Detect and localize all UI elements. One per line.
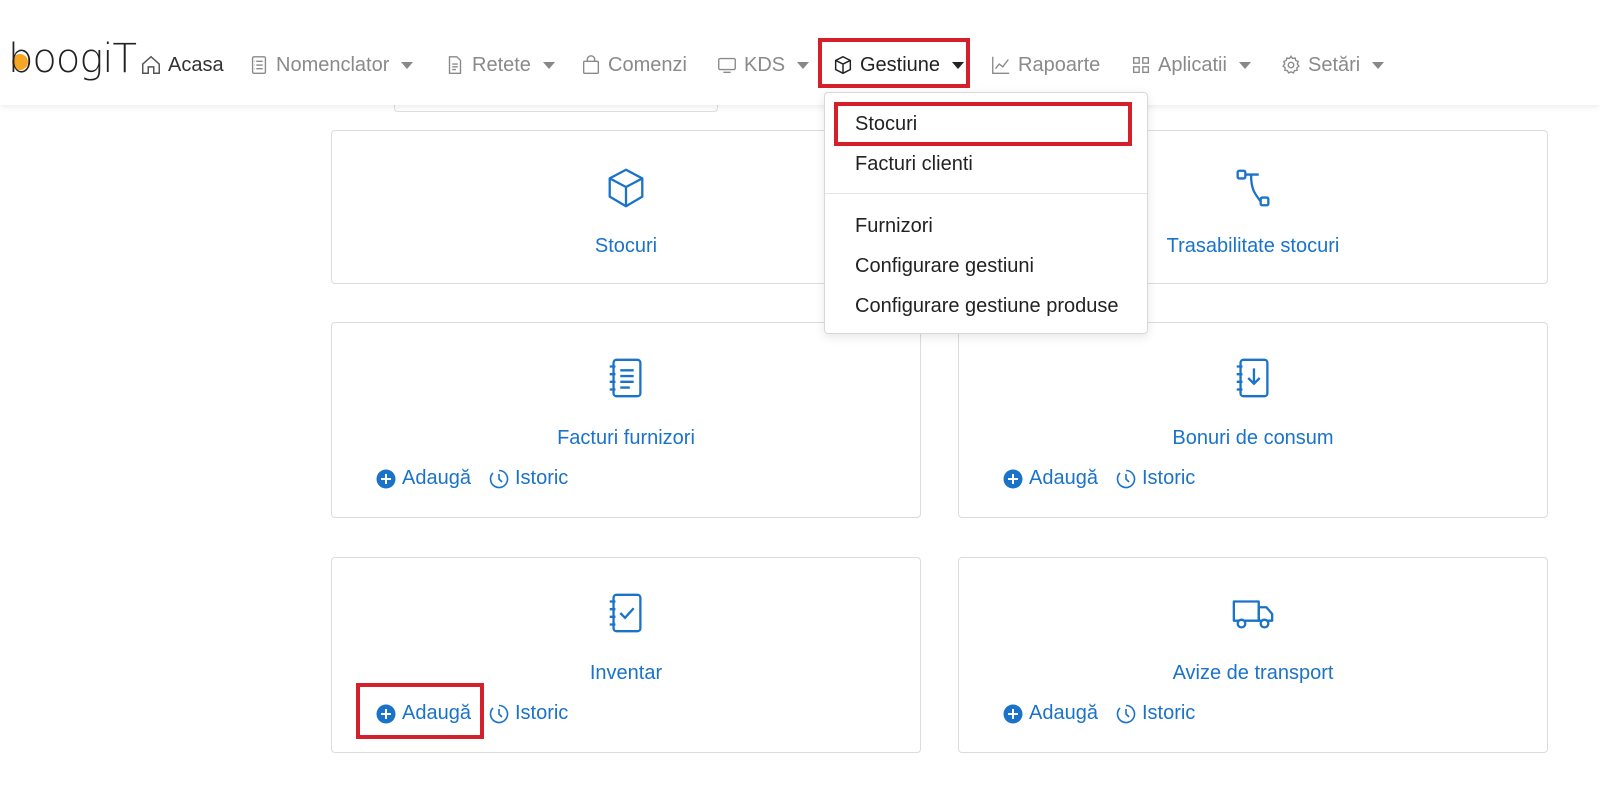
document-icon	[444, 54, 466, 76]
nav-rapoarte-label: Rapoarte	[1018, 53, 1101, 76]
card-avize-transport[interactable]: Avize de transport Adaugă Istoric	[958, 557, 1548, 753]
gestiune-dropdown: Stocuri Facturi clienti Furnizori Config…	[824, 92, 1148, 334]
history-button[interactable]: Istoric	[489, 702, 568, 725]
add-label: Adaugă	[1029, 467, 1098, 489]
app-logo[interactable]: boogiT	[8, 34, 137, 92]
nav-retete-label: Retete	[472, 53, 531, 76]
card-actions: Adaugă Istoric	[376, 467, 568, 490]
gear-icon	[1280, 54, 1302, 76]
chevron-down-icon	[952, 61, 965, 69]
dropdown-item-configurare-gestiune-produse[interactable]: Configurare gestiune produse	[855, 295, 1119, 318]
nav-gestiune[interactable]: Gestiune	[832, 48, 965, 82]
nav-acasa-label: Acasa	[168, 53, 224, 76]
logo-text: boogiT	[8, 36, 137, 82]
notebook-download-icon	[1230, 355, 1276, 401]
history-button[interactable]: Istoric	[489, 467, 568, 490]
list-doc-icon	[248, 54, 270, 76]
card-actions: Adaugă Istoric	[376, 702, 568, 725]
dropdown-item-furnizori[interactable]: Furnizori	[855, 215, 933, 238]
clock-history-icon	[1116, 469, 1136, 489]
plus-circle-icon	[1003, 469, 1023, 489]
add-button[interactable]: Adaugă	[376, 702, 471, 725]
chevron-down-icon	[797, 61, 810, 69]
grid-icon	[1130, 54, 1152, 76]
card-actions: Adaugă Istoric	[1003, 467, 1195, 490]
chevron-down-icon	[1372, 61, 1385, 69]
add-button[interactable]: Adaugă	[376, 467, 471, 490]
card-title[interactable]: Facturi furnizori	[332, 427, 920, 450]
card-title[interactable]: Inventar	[332, 662, 920, 685]
clock-history-icon	[489, 469, 509, 489]
nav-kds[interactable]: KDS	[716, 48, 810, 82]
plus-circle-icon	[376, 704, 396, 724]
nav-setari-label: Setări	[1308, 53, 1361, 76]
plus-circle-icon	[1003, 704, 1023, 724]
nav-kds-label: KDS	[744, 53, 786, 76]
clock-history-icon	[489, 704, 509, 724]
nav-rapoarte[interactable]: Rapoarte	[990, 48, 1100, 82]
card-facturi-furnizori[interactable]: Facturi furnizori Adaugă Istoric	[331, 322, 921, 518]
nav-aplicatii-label: Aplicatii	[1158, 53, 1227, 76]
history-button[interactable]: Istoric	[1116, 702, 1195, 725]
cube-icon	[603, 165, 649, 211]
chart-line-icon	[990, 54, 1012, 76]
nav-retete[interactable]: Retete	[444, 48, 555, 82]
dropdown-divider	[825, 193, 1147, 194]
chevron-down-icon	[1238, 61, 1251, 69]
add-label: Adaugă	[1029, 702, 1098, 724]
chevron-down-icon	[401, 61, 414, 69]
dropdown-item-facturi-clienti[interactable]: Facturi clienti	[855, 153, 973, 176]
card-actions: Adaugă Istoric	[1003, 702, 1195, 725]
card-inventar[interactable]: Inventar Adaugă Istoric	[331, 557, 921, 753]
add-label: Adaugă	[402, 467, 471, 489]
dropdown-item-configurare-gestiuni[interactable]: Configurare gestiuni	[855, 255, 1034, 278]
plus-circle-icon	[376, 469, 396, 489]
box-icon	[832, 54, 854, 76]
card-bonuri-consum[interactable]: Bonuri de consum Adaugă Istoric	[958, 322, 1548, 518]
nav-acasa[interactable]: Acasa	[140, 48, 224, 82]
add-button[interactable]: Adaugă	[1003, 702, 1098, 725]
truck-icon	[1230, 590, 1276, 636]
chevron-down-icon	[542, 61, 555, 69]
history-button[interactable]: Istoric	[1116, 467, 1195, 490]
notebook-list-icon	[603, 355, 649, 401]
home-icon	[140, 54, 162, 76]
nav-comenzi-label: Comenzi	[608, 53, 687, 76]
monitor-icon	[716, 54, 738, 76]
flow-icon	[1230, 165, 1276, 211]
card-title[interactable]: Avize de transport	[959, 662, 1547, 685]
nav-nomenclator[interactable]: Nomenclator	[248, 48, 414, 82]
nav-nomenclator-label: Nomenclator	[276, 53, 390, 76]
history-label: Istoric	[514, 702, 569, 724]
notebook-check-icon	[603, 590, 649, 636]
history-label: Istoric	[1141, 702, 1196, 724]
bag-icon	[580, 54, 602, 76]
nav-comenzi[interactable]: Comenzi	[580, 48, 687, 82]
clock-history-icon	[1116, 704, 1136, 724]
add-label: Adaugă	[402, 702, 471, 724]
dropdown-item-stocuri[interactable]: Stocuri	[855, 113, 917, 136]
card-title[interactable]: Bonuri de consum	[959, 427, 1547, 450]
nav-aplicatii[interactable]: Aplicatii	[1130, 48, 1251, 82]
history-label: Istoric	[514, 467, 569, 489]
nav-gestiune-label: Gestiune	[860, 53, 941, 76]
top-navbar: boogiT Acasa Nomenclator Retete Comenzi …	[0, 0, 1600, 105]
add-button[interactable]: Adaugă	[1003, 467, 1098, 490]
nav-setari[interactable]: Setări	[1280, 48, 1385, 82]
history-label: Istoric	[1141, 467, 1196, 489]
